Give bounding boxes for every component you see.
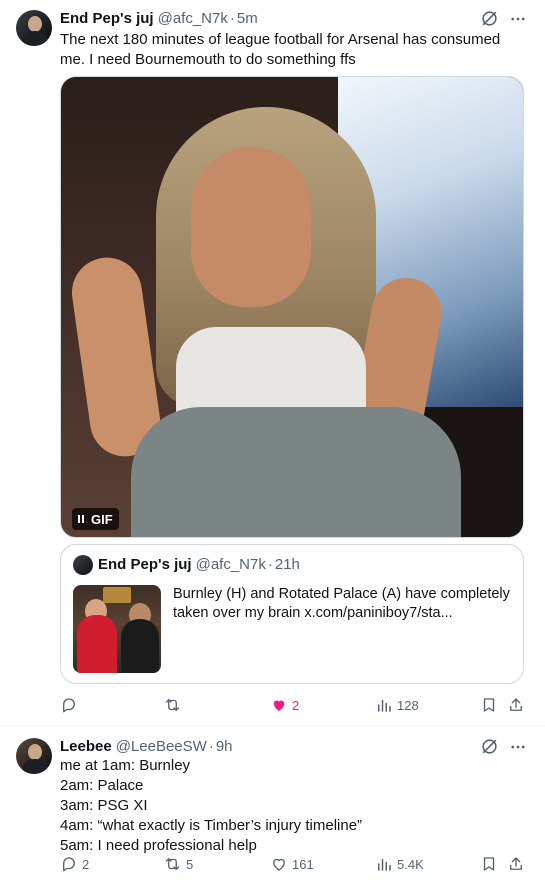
retweet-count: 5 [186, 856, 194, 872]
author-handle[interactable]: @afc_N7k [158, 10, 228, 27]
share-button[interactable] [507, 695, 525, 715]
grok-icon[interactable] [480, 737, 499, 756]
avatar[interactable] [16, 738, 52, 774]
action-bar: 2 128 [60, 695, 530, 715]
views-count: 128 [397, 697, 419, 713]
avatar-face [28, 16, 42, 32]
gif-badge[interactable]: GIF [72, 508, 119, 530]
like-button[interactable]: 161 [270, 854, 314, 874]
quoted-author-name: End Pep's juj [98, 556, 192, 573]
gif-subject-face [191, 147, 311, 307]
tweet[interactable]: End Pep's juj @afc_N7k · 5m The next 180… [0, 0, 545, 726]
reply-icon [62, 698, 75, 713]
tweet-header: Leebee @LeeBeeSW · 9h [60, 736, 233, 756]
avatar-body [22, 31, 48, 46]
separator-dot: · [229, 9, 235, 27]
views-count: 5.4K [397, 856, 424, 872]
bookmark-button[interactable] [480, 854, 498, 874]
separator-dot: · [208, 737, 214, 755]
quoted-thumbnail [73, 585, 161, 673]
quoted-author-handle: @afc_N7k [195, 556, 266, 573]
action-bar: 2 5 161 5.4K [60, 854, 530, 874]
tweet-text: me at 1am: Burnley 2am: Palace 3am: PSG … [60, 757, 363, 854]
author-handle[interactable]: @LeeBeeSW [116, 738, 207, 755]
gif-label: GIF [91, 511, 113, 527]
more-icon[interactable] [509, 10, 527, 28]
like-icon [273, 700, 285, 711]
retweet-button[interactable]: 5 [163, 854, 193, 874]
quoted-timestamp: 21h [274, 556, 300, 573]
share-button[interactable] [507, 854, 525, 874]
avatar[interactable] [16, 10, 52, 46]
retweet-icon [165, 858, 180, 870]
share-icon [510, 698, 522, 711]
thumbnail-person-red-shirt [77, 615, 117, 673]
tweet-gif[interactable] [60, 76, 524, 538]
tweet-text: The next 180 minutes of league football … [60, 31, 501, 68]
bookmark-button[interactable] [480, 695, 498, 715]
tweet[interactable]: Leebee @LeeBeeSW · 9h me at 1am: Burnley… [0, 726, 545, 883]
author-name[interactable]: Leebee [60, 738, 112, 755]
reply-count: 2 [82, 856, 90, 872]
separator-dot: · [267, 556, 273, 573]
tweet-top-icons [480, 737, 527, 756]
views-button[interactable]: 128 [375, 695, 419, 715]
like-count: 161 [292, 856, 314, 872]
pause-icon[interactable] [78, 515, 84, 523]
quoted-avatar [73, 555, 93, 575]
timestamp[interactable]: 9h [216, 738, 233, 755]
views-icon [378, 699, 391, 712]
bookmark-icon [483, 857, 495, 871]
views-icon [378, 858, 391, 871]
quoted-tweet[interactable]: End Pep's juj @afc_N7k · 21h Burnley (H)… [60, 544, 524, 684]
tweet-top-icons [480, 9, 527, 28]
gif-subject-legs [131, 407, 461, 537]
reply-icon [62, 857, 75, 872]
avatar-body [22, 759, 48, 774]
thumbnail-person-dark-shirt [121, 619, 159, 673]
author-name[interactable]: End Pep's juj [60, 10, 154, 27]
share-icon [510, 857, 522, 870]
quoted-text: Burnley (H) and Rotated Palace (A) have … [173, 586, 510, 621]
retweet-icon [165, 699, 180, 711]
quoted-header: End Pep's juj @afc_N7k · 21h [98, 556, 300, 573]
reply-button[interactable] [60, 695, 82, 715]
reply-button[interactable]: 2 [60, 854, 89, 874]
tweet-header: End Pep's juj @afc_N7k · 5m [60, 8, 258, 28]
timestamp[interactable]: 5m [237, 10, 258, 27]
views-button[interactable]: 5.4K [375, 854, 424, 874]
avatar-face [28, 744, 42, 760]
thumbnail-frame [103, 587, 131, 603]
bookmark-icon [483, 698, 495, 712]
like-count: 2 [292, 697, 300, 713]
like-icon [273, 858, 285, 871]
more-icon[interactable] [509, 738, 527, 756]
retweet-button[interactable] [163, 695, 186, 715]
like-button[interactable]: 2 [270, 695, 299, 715]
grok-icon[interactable] [480, 9, 499, 28]
